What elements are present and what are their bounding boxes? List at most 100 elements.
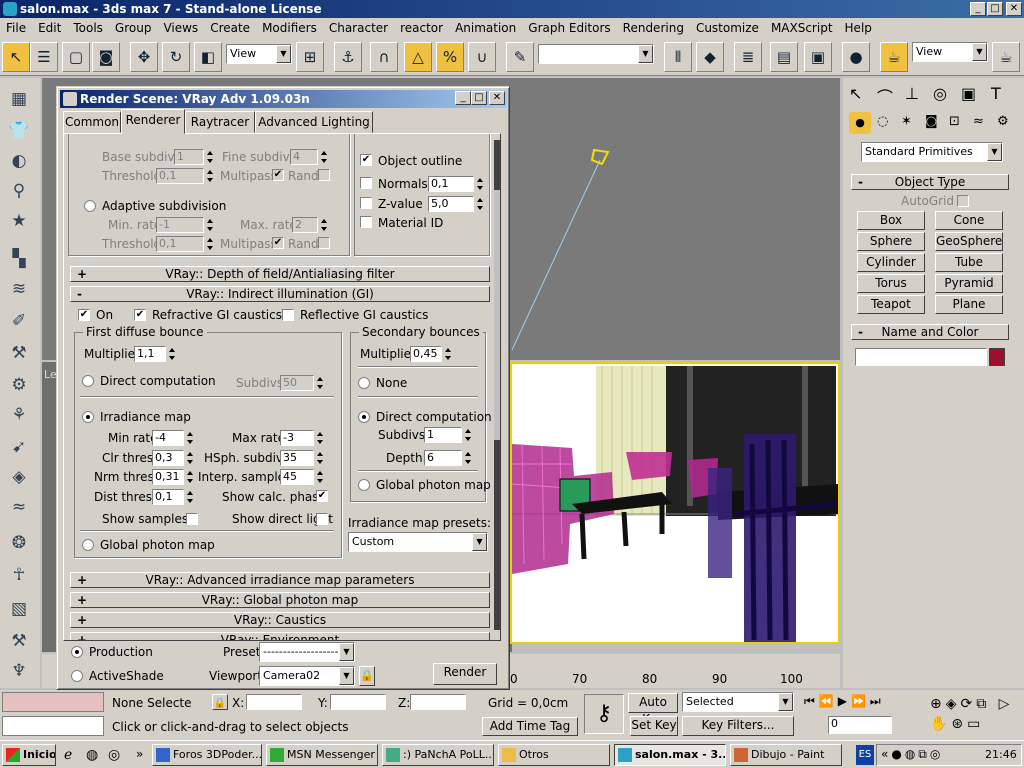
menu-rendering[interactable]: Rendering: [617, 18, 690, 35]
interp-samples-spinner[interactable]: [316, 469, 325, 485]
stack-icon[interactable]: ≋: [6, 276, 32, 302]
auto-key-button[interactable]: Auto Key: [628, 693, 678, 726]
caustics-rollout[interactable]: + VRay:: Caustics: [70, 612, 490, 628]
menu-edit[interactable]: Edit: [32, 18, 67, 35]
irr-min-rate-spinner[interactable]: [186, 430, 195, 446]
menu-help[interactable]: Help: [839, 18, 878, 35]
sec-subdivs-spinner[interactable]: [464, 427, 473, 443]
schematic-view-icon[interactable]: ▣: [804, 42, 832, 72]
frame-field[interactable]: 0: [828, 716, 892, 734]
maximize-button[interactable]: □: [987, 2, 1003, 16]
utilities-tab-icon[interactable]: T: [991, 84, 1001, 103]
base-subdivs-spinner[interactable]: [206, 149, 215, 165]
object-outline-checkbox[interactable]: ✔: [360, 154, 372, 166]
spinner-snap-icon[interactable]: ∪: [468, 42, 496, 72]
wrench-icon[interactable]: ⚒: [6, 340, 32, 366]
start-button[interactable]: Inicio: [2, 744, 56, 766]
hierarchy-tab-icon[interactable]: ⊥: [905, 84, 919, 103]
show-direct-light-checkbox[interactable]: [316, 513, 328, 525]
clr-thresh-field[interactable]: 0,3: [152, 450, 184, 466]
task-chat[interactable]: :) PaNchA PoLL...: [382, 744, 494, 766]
biped-icon[interactable]: ☥: [6, 562, 32, 588]
create-geometry-icon[interactable]: ▦: [6, 86, 32, 112]
task-salon-max[interactable]: salon.max - 3...: [614, 744, 726, 766]
hsph-subdivs-spinner[interactable]: [316, 450, 325, 466]
menu-animation[interactable]: Animation: [449, 18, 522, 35]
angle-snap-icon[interactable]: △: [404, 42, 432, 72]
render-view-dropdown[interactable]: View ▼: [912, 42, 988, 62]
geometry-subtab-icon[interactable]: ●: [849, 112, 871, 134]
object-color-swatch[interactable]: [989, 348, 1005, 366]
global-photon-rollout[interactable]: + VRay:: Global photon map: [70, 592, 490, 608]
pyramid-button[interactable]: Pyramid: [935, 274, 1003, 293]
sec-subdivs-field[interactable]: 1: [424, 427, 462, 443]
material-id-checkbox[interactable]: [360, 216, 372, 228]
move-icon[interactable]: ✥: [130, 42, 158, 72]
playback-controls[interactable]: ⏮⏪▶⏩⏭: [804, 694, 928, 712]
tab-common[interactable]: Common: [63, 111, 121, 133]
quicklaunch-more-icon[interactable]: »: [136, 747, 143, 761]
multipass-checkbox[interactable]: ✔: [272, 169, 284, 181]
irr-min-rate-field[interactable]: -4: [152, 430, 184, 446]
task-foros[interactable]: Foros 3DPoder...: [152, 744, 262, 766]
menu-group[interactable]: Group: [109, 18, 158, 35]
first-subdivs-spinner[interactable]: [316, 375, 325, 391]
add-time-tag-button[interactable]: Add Time Tag: [482, 717, 578, 736]
lock-icon[interactable]: 🔒: [359, 666, 375, 686]
autogrid-checkbox[interactable]: [957, 195, 969, 207]
sphere-tool-icon[interactable]: ◐: [6, 148, 32, 174]
zvalue-spinner[interactable]: [476, 196, 485, 212]
hsph-subdivs-field[interactable]: 35: [280, 450, 314, 466]
first-multiplier-spinner[interactable]: [168, 346, 177, 362]
name-color-rollout[interactable]: - Name and Color: [851, 324, 1009, 340]
viewport-navigation-controls[interactable]: ⊕◈⟳⧉ ▷✋⊛▭: [930, 694, 1024, 734]
cylinder-button[interactable]: Cylinder: [857, 253, 925, 272]
named-selection-icon[interactable]: ✎: [506, 42, 534, 72]
threshold-spinner[interactable]: [206, 168, 215, 184]
dialog-maximize-button[interactable]: □: [471, 91, 487, 105]
selection-lock-icon[interactable]: 🔒: [212, 694, 228, 710]
named-selection-dropdown[interactable]: ▼: [538, 44, 654, 64]
menu-file[interactable]: File: [0, 18, 32, 35]
geosphere-button[interactable]: GeoSphere: [935, 232, 1003, 251]
production-radio[interactable]: [71, 646, 83, 658]
threshold-field[interactable]: 0,1: [156, 168, 204, 184]
teapot-button[interactable]: Teapot: [857, 295, 925, 314]
tab-raytracer[interactable]: Raytracer: [185, 111, 255, 133]
maxscript-input[interactable]: [2, 716, 104, 736]
set-key-button[interactable]: Set Key: [630, 716, 678, 736]
sphere-button[interactable]: Sphere: [857, 232, 925, 251]
modify-tab-icon[interactable]: ⌒: [877, 84, 893, 108]
torus-button[interactable]: Torus: [857, 274, 925, 293]
rand-checkbox[interactable]: [318, 169, 330, 181]
hair-icon[interactable]: ♆: [6, 658, 32, 684]
bird-icon[interactable]: ➹: [6, 434, 32, 460]
menu-tools[interactable]: Tools: [67, 18, 109, 35]
waves-icon[interactable]: ≈: [6, 494, 32, 520]
scale-icon[interactable]: ◧: [194, 42, 222, 72]
sec-depth-spinner[interactable]: [464, 450, 473, 466]
x-coordinate-field[interactable]: [246, 694, 302, 710]
menu-views[interactable]: Views: [157, 18, 204, 35]
first-multiplier-field[interactable]: 1,1: [134, 346, 166, 362]
sec-multiplier-spinner[interactable]: [444, 346, 453, 362]
create-tab-icon[interactable]: ↖: [849, 84, 862, 103]
adaptive-threshold-spinner[interactable]: [206, 236, 215, 252]
window-crossing-icon[interactable]: ◙: [92, 42, 120, 72]
menu-graph-editors[interactable]: Graph Editors: [522, 18, 616, 35]
base-subdivs-field[interactable]: 1: [174, 149, 204, 165]
cone-button[interactable]: Cone: [935, 211, 1003, 230]
quicklaunch-icon-3[interactable]: ◎: [108, 747, 120, 763]
cloth-icon[interactable]: ◈: [6, 464, 32, 490]
refractive-gi-checkbox[interactable]: ✔: [134, 309, 146, 321]
rect-selection-icon[interactable]: ▢: [62, 42, 90, 72]
percent-snap-icon[interactable]: %: [436, 42, 464, 72]
helpers-subtab-icon[interactable]: ⊡: [949, 114, 960, 129]
category-dropdown[interactable]: Standard Primitives ▼: [861, 142, 1003, 162]
y-coordinate-field[interactable]: [330, 694, 386, 710]
paint-icon[interactable]: ▧: [6, 596, 32, 622]
gi-rollout[interactable]: - VRay:: Indirect illumination (GI): [70, 286, 490, 302]
object-type-rollout[interactable]: - Object Type: [851, 174, 1009, 190]
key-icon[interactable]: ⚷: [584, 694, 624, 734]
rotate-icon[interactable]: ↻: [162, 42, 190, 72]
